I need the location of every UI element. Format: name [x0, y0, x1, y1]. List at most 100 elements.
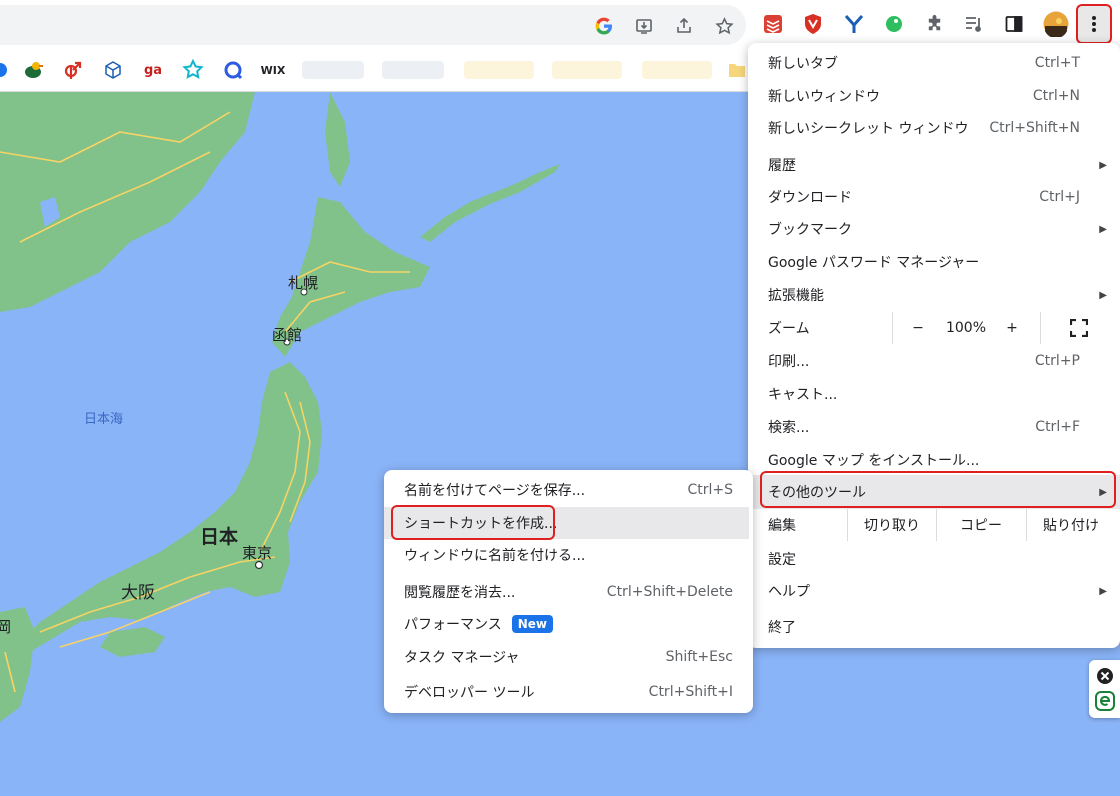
menu-item-shortcut: Ctrl+J — [1039, 189, 1080, 205]
bookmark-blurred-5[interactable] — [642, 61, 712, 79]
zoom-separator — [892, 312, 893, 344]
submenu-item-shortcut: Ctrl+S — [687, 482, 733, 498]
submenu-item-clear-browsing-data[interactable]: 閲覧履歴を消去... Ctrl+Shift+Delete — [384, 576, 753, 608]
submenu-item-developer-tools[interactable]: デベロッパー ツール Ctrl+Shift+I — [384, 676, 753, 708]
menu-item-new-window[interactable]: 新しいウィンドウ Ctrl+N — [748, 80, 1120, 112]
bookmark-ga[interactable]: ga — [142, 59, 164, 81]
menu-item-label: 拡張機能 — [768, 288, 824, 304]
share-icon[interactable] — [673, 15, 695, 37]
menu-item-shortcut: Ctrl+Shift+N — [989, 120, 1080, 136]
menu-item-exit[interactable]: 終了 — [748, 611, 1120, 643]
zoom-level: 100% — [945, 320, 987, 336]
menu-item-shortcut: Ctrl+P — [1034, 353, 1080, 369]
bookmark-blurred-1[interactable] — [302, 61, 364, 79]
side-widget — [1089, 660, 1120, 718]
profile-avatar[interactable] — [1043, 11, 1069, 37]
menu-item-label: 編集 — [768, 518, 796, 534]
close-circle-icon[interactable] — [1096, 667, 1114, 689]
menu-item-settings[interactable]: 設定 — [748, 543, 1120, 575]
map-label-tokyo: 東京 — [242, 544, 273, 562]
submenu-item-performance[interactable]: パフォーマンス New — [384, 608, 753, 640]
map-label-sea-of-japan: 日本海 — [84, 412, 124, 427]
menu-item-label: ヘルプ — [768, 584, 810, 600]
copy-button[interactable]: コピー — [937, 509, 1025, 541]
zoom-in-button[interactable]: + — [998, 312, 1026, 344]
submenu-arrow-icon: ▶ — [1099, 223, 1107, 235]
menu-item-label: キャスト... — [768, 387, 838, 403]
three-dots-icon — [1092, 16, 1096, 32]
reading-list-icon[interactable] — [963, 12, 985, 36]
bookmark-blurred-4[interactable] — [552, 61, 622, 79]
bookmark-wix[interactable]: WIX — [260, 59, 286, 81]
star-icon[interactable] — [713, 15, 735, 37]
y-extension-icon[interactable] — [843, 12, 865, 36]
submenu-item-shortcut: Ctrl+Shift+Delete — [606, 584, 733, 600]
evernote-icon[interactable] — [883, 12, 905, 36]
map-label-sapporo: 札幌 — [288, 274, 319, 292]
bookmark-blue-circle-icon[interactable] — [0, 59, 8, 81]
menu-item-cast[interactable]: キャスト... — [748, 378, 1120, 410]
submenu-item-label: ウィンドウに名前を付ける... — [404, 548, 586, 564]
bookmark-blurred-3[interactable] — [464, 61, 534, 79]
menu-item-label: 新しいシークレット ウィンドウ — [768, 121, 969, 137]
submenu-arrow-icon: ▶ — [1099, 585, 1107, 597]
menu-item-history[interactable]: 履歴 ▶ — [748, 149, 1120, 181]
menu-item-label: 新しいウィンドウ — [768, 89, 880, 105]
map-label-osaka: 大阪 — [121, 583, 155, 603]
menu-item-shortcut: Ctrl+N — [1032, 88, 1080, 104]
bookmark-duck-icon[interactable] — [22, 59, 44, 81]
shield-extension-icon[interactable] — [802, 12, 824, 36]
highlight-box-more-tools — [760, 471, 1116, 508]
submenu-item-shortcut: Shift+Esc — [665, 649, 733, 665]
submenu-item-label: デベロッパー ツール — [404, 685, 535, 701]
paste-button[interactable]: 貼り付け — [1027, 509, 1115, 541]
google-g-icon[interactable] — [593, 15, 615, 37]
bookmark-q-icon[interactable] — [222, 59, 244, 81]
cut-button[interactable]: 切り取り — [848, 509, 936, 541]
zoom-out-button[interactable]: − — [903, 312, 933, 344]
menu-item-label: 終了 — [768, 620, 796, 636]
menu-item-downloads[interactable]: ダウンロード Ctrl+J — [748, 181, 1120, 213]
puzzle-extensions-icon[interactable] — [923, 12, 945, 36]
new-badge: New — [511, 615, 554, 633]
submenu-item-name-window[interactable]: ウィンドウに名前を付ける... — [384, 539, 753, 571]
bookmark-blurred-2[interactable] — [382, 61, 444, 79]
submenu-item-shortcut: Ctrl+Shift+I — [648, 684, 733, 700]
highlight-box-create-shortcut — [391, 505, 555, 540]
fullscreen-button[interactable] — [1064, 312, 1094, 344]
e-extension-icon[interactable] — [1095, 691, 1115, 715]
submenu-arrow-icon: ▶ — [1099, 159, 1107, 171]
menu-item-label: ズーム — [768, 321, 810, 337]
todoist-icon[interactable] — [762, 12, 784, 36]
address-bar[interactable] — [0, 5, 746, 45]
side-panel-icon[interactable] — [1003, 12, 1025, 36]
menu-item-shortcut: Ctrl+F — [1035, 419, 1080, 435]
menu-item-label: Google パスワード マネージャー — [768, 255, 980, 271]
map-label-japan: 日本 — [200, 526, 239, 548]
submenu-item-save-page[interactable]: 名前を付けてページを保存... Ctrl+S — [384, 474, 753, 506]
menu-item-label: 設定 — [768, 552, 796, 568]
bookmark-blue-cube-icon[interactable] — [102, 59, 124, 81]
bookmark-folder-icon[interactable] — [728, 59, 746, 81]
menu-item-print[interactable]: 印刷... Ctrl+P — [748, 345, 1120, 377]
menu-item-shortcut: Ctrl+T — [1034, 55, 1080, 71]
menu-item-extensions[interactable]: 拡張機能 ▶ — [748, 279, 1120, 311]
customize-menu-button[interactable] — [1076, 4, 1112, 44]
submenu-item-label: 閲覧履歴を消去... — [404, 585, 516, 601]
bookmark-red-arrow-icon[interactable] — [62, 59, 84, 81]
menu-item-label: ダウンロード — [768, 190, 852, 206]
install-app-icon[interactable] — [633, 15, 655, 37]
menu-item-password-manager[interactable]: Google パスワード マネージャー — [748, 246, 1120, 278]
menu-item-find[interactable]: 検索... Ctrl+F — [748, 411, 1120, 443]
submenu-item-task-manager[interactable]: タスク マネージャ Shift+Esc — [384, 641, 753, 673]
bookmark-teal-star-icon[interactable] — [182, 59, 204, 81]
menu-item-help[interactable]: ヘルプ ▶ — [748, 575, 1120, 607]
menu-item-new-tab[interactable]: 新しいタブ Ctrl+T — [748, 47, 1120, 79]
menu-item-label: 検索... — [768, 420, 810, 436]
zoom-separator — [1040, 312, 1041, 344]
menu-item-new-incognito-window[interactable]: 新しいシークレット ウィンドウ Ctrl+Shift+N — [748, 112, 1120, 144]
submenu-arrow-icon: ▶ — [1099, 289, 1107, 301]
menu-item-label: 新しいタブ — [768, 56, 838, 72]
menu-item-label: 印刷... — [768, 354, 810, 370]
menu-item-bookmarks[interactable]: ブックマーク ▶ — [748, 213, 1120, 245]
